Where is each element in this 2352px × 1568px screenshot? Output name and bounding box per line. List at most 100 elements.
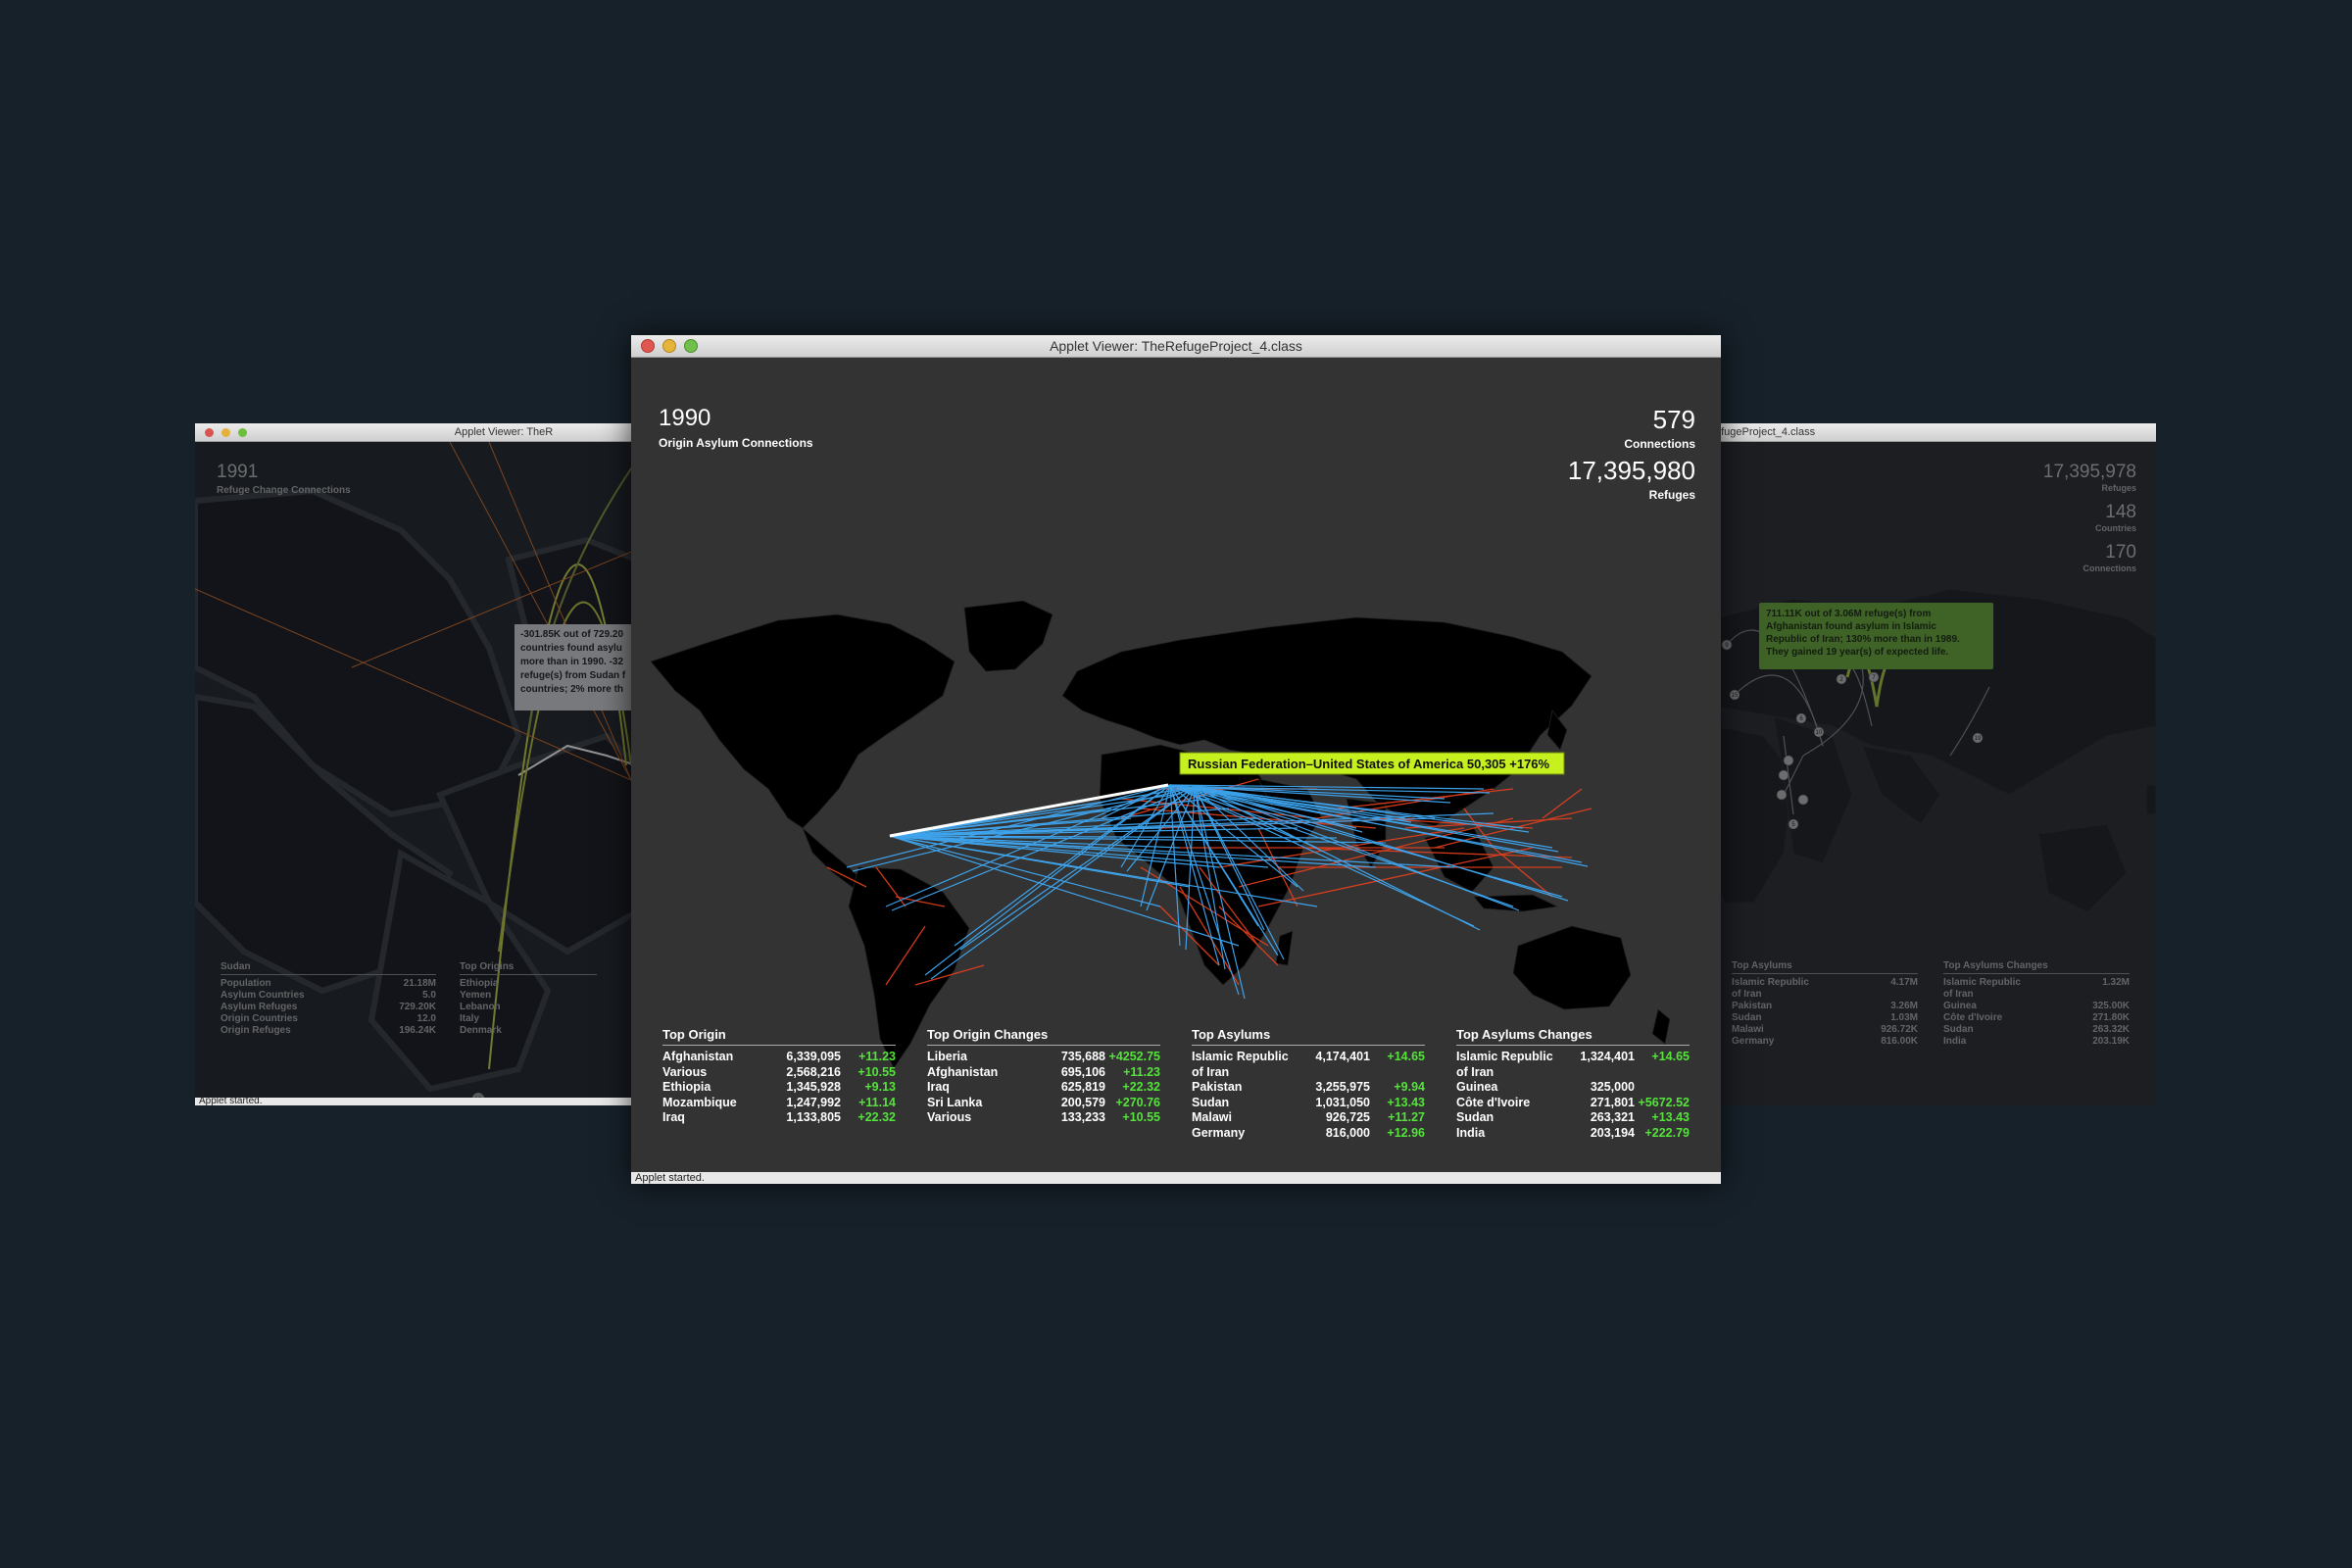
row-name: Islamic Republic [1192,1050,1289,1063]
table-row[interactable]: Islamic Republic 4,174,401 +14.65 [1192,1050,1425,1065]
table-row[interactable]: Afghanistan 695,106 +11.23 [927,1065,1160,1081]
table-row[interactable]: Iraq 1,133,805 +22.32 [662,1110,896,1126]
refuges-count: 17,395,980 [1567,456,1695,485]
main-map-canvas[interactable]: Russian Federation–United States of Amer… [631,358,1721,1172]
row-change: +4252.75 [1108,1050,1160,1063]
row-change [1370,1065,1425,1081]
row-value: 735,688 [1060,1050,1105,1063]
table-row[interactable]: India 203,194 +222.79 [1456,1126,1690,1142]
row-name: Pakistan [1192,1080,1243,1094]
table-title: Top Asylums Changes [1456,1027,1690,1046]
row-change: +5672.52 [1638,1095,1690,1109]
row-change: +11.27 [1388,1110,1425,1124]
table-title: Top Origin Changes [927,1027,1160,1046]
right-window-title: efugeProject_4.class [1715,426,1816,438]
table-row[interactable]: Afghanistan 6,339,095 +11.23 [662,1050,896,1065]
refuges-label: Refuges [1648,488,1695,502]
row-name: Afghanistan [927,1064,999,1079]
incoming-flow-line [1542,788,1583,819]
row-value [1570,1065,1635,1081]
right-applet-window[interactable]: efugeProject_4.class 9 15 6 10 2 7 19 5 … [1715,423,2156,1105]
minimize-icon[interactable] [662,339,676,353]
row-value: 200,579 [1060,1095,1105,1109]
close-icon[interactable] [641,339,655,353]
row-value: 1,324,401 [1580,1050,1635,1063]
top-asylums-changes-table: Top Asylums Changes Islamic Republic 1,32… [1456,1027,1690,1141]
table-row[interactable]: of Iran [1192,1065,1425,1081]
zoom-icon[interactable] [238,427,247,437]
row-change: +270.76 [1115,1095,1160,1109]
row-change [1635,1080,1690,1096]
table-row[interactable]: Mozambique 1,247,992 +11.14 [662,1096,896,1111]
row-name: Sri Lanka [927,1095,983,1109]
right-window-dim-overlay [1715,442,2156,1105]
table-row[interactable]: Malawi 926,725 +11.27 [1192,1110,1425,1126]
row-change: +11.14 [858,1095,896,1109]
main-window-title: Applet Viewer: TheRefugeProject_4.class [1050,338,1302,354]
close-icon[interactable] [205,427,214,437]
main-applet-window[interactable]: Applet Viewer: TheRefugeProject_4.class [631,335,1721,1184]
row-change: +12.96 [1387,1125,1425,1140]
row-name: of Iran [1456,1064,1494,1079]
row-name: Various [927,1110,972,1124]
right-window-titlebar[interactable]: efugeProject_4.class [1715,423,2156,442]
table-row[interactable]: Pakistan 3,255,975 +9.94 [1192,1080,1425,1096]
left-map-canvas[interactable]: 15 1991 Refuge Change Connections -301.8… [195,442,636,1098]
left-window-dim-overlay [195,442,636,1098]
left-applet-window[interactable]: Applet Viewer: TheR 1991 Refuge Change C… [195,423,636,1105]
row-value: 1,247,992 [786,1095,841,1109]
row-value: 271,801 [1590,1095,1635,1109]
view-subtitle: Origin Asylum Connections [659,436,813,450]
table-row[interactable]: Sudan 1,031,050 +13.43 [1192,1096,1425,1111]
row-value: 263,321 [1590,1110,1635,1124]
main-window-titlebar[interactable]: Applet Viewer: TheRefugeProject_4.class [631,335,1721,358]
row-change: +9.94 [1394,1080,1425,1094]
row-name: India [1456,1125,1486,1140]
row-change: +222.79 [1644,1125,1690,1140]
table-row[interactable]: Liberia 735,688 +4252.75 [927,1050,1160,1065]
table-row[interactable]: Various 2,568,216 +10.55 [662,1065,896,1081]
row-change: +22.32 [1122,1080,1160,1094]
row-change: +11.23 [1123,1064,1160,1079]
row-name: Iraq [662,1110,685,1124]
row-change: +10.55 [1122,1110,1160,1124]
row-value: 625,819 [1060,1080,1105,1094]
row-change: +14.65 [1387,1050,1425,1063]
zoom-icon[interactable] [684,339,698,353]
table-row[interactable]: Sudan 263,321 +13.43 [1456,1110,1690,1126]
row-value: 1,345,928 [786,1080,841,1094]
row-name: Sudan [1192,1095,1230,1109]
row-value: 695,106 [1060,1064,1105,1079]
table-row[interactable]: Germany 816,000 +12.96 [1192,1126,1425,1142]
row-name: Liberia [927,1050,967,1063]
table-row[interactable]: Islamic Republic 1,324,401 +14.65 [1456,1050,1690,1065]
table-row[interactable]: Sri Lanka 200,579 +270.76 [927,1096,1160,1111]
row-value: 133,233 [1060,1110,1105,1124]
row-name: Iraq [927,1080,950,1094]
row-name: Sudan [1456,1110,1494,1124]
minimize-icon[interactable] [221,427,230,437]
right-map-canvas[interactable]: 9 15 6 10 2 7 19 5 17,395,978 Refuges 14… [1715,442,2156,1105]
row-change: +13.43 [1651,1110,1690,1124]
row-change: +14.65 [1651,1050,1690,1063]
row-change: +13.43 [1387,1095,1425,1109]
row-name: Mozambique [662,1095,737,1109]
row-name: Islamic Republic [1456,1050,1553,1063]
table-title: Top Asylums [1192,1027,1425,1046]
row-value: 3,255,975 [1315,1080,1370,1094]
left-window-title: Applet Viewer: TheR [454,426,554,438]
left-window-titlebar[interactable]: Applet Viewer: TheR [195,423,636,442]
table-row[interactable]: Various 133,233 +10.55 [927,1110,1160,1126]
row-value: 2,568,216 [786,1064,841,1079]
table-row[interactable]: Guinea 325,000 [1456,1080,1690,1096]
table-row[interactable]: Iraq 625,819 +22.32 [927,1080,1160,1096]
highlight-label-box[interactable]: Russian Federation–United States of Amer… [1179,752,1565,775]
top-origin-changes-table: Top Origin Changes Liberia 735,688 +4252.7… [927,1027,1160,1141]
row-name: Germany [1192,1125,1246,1140]
stats-tables: Top Origin Afghanistan 6,339,095 +11.23 Va… [662,1027,1691,1141]
row-name: Guinea [1456,1080,1498,1094]
row-value: 926,725 [1325,1110,1370,1124]
table-row[interactable]: Ethiopia 1,345,928 +9.13 [662,1080,896,1096]
table-row[interactable]: Côte d'Ivoire 271,801 +5672.52 [1456,1096,1690,1111]
table-row[interactable]: of Iran [1456,1065,1690,1081]
